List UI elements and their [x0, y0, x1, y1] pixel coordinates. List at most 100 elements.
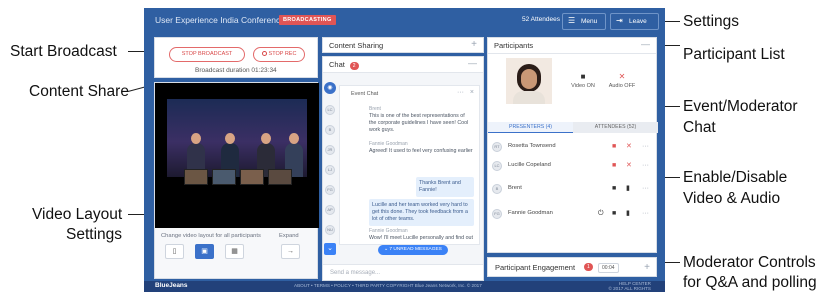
message-text: This is one of the best representations … [369, 113, 469, 133]
footer-copyright: © 2017 ALL RIGHTS [608, 286, 651, 291]
menu-button-label: Menu [581, 18, 598, 25]
video-camera-icon[interactable]: ■ [612, 184, 616, 193]
own-message: Lucille and her team worked very hard to… [369, 199, 474, 226]
participant-avatar: B [492, 184, 502, 194]
stop-broadcast-button[interactable]: STOP BROADCAST [169, 47, 245, 62]
add-content-icon[interactable]: + [471, 39, 477, 50]
video-thumbnail[interactable] [240, 169, 264, 185]
microphone-icon[interactable]: ▮ [626, 209, 630, 218]
microphone-icon[interactable]: ▮ [626, 184, 630, 193]
attendee-count[interactable]: 52 Attendees [522, 16, 560, 23]
footer-help[interactable]: HELP CENTER © 2017 ALL RIGHTS [608, 281, 651, 291]
single-layout-icon: ▯ [172, 248, 177, 255]
tab-presenters[interactable]: PRESENTERS (4) [488, 122, 573, 133]
callout-video-layout: Video Layout [32, 206, 123, 223]
microphone-muted-icon: ✕ [618, 72, 626, 81]
layout-grid-button[interactable]: ▦ [225, 244, 244, 259]
participants-minimize-icon[interactable]: — [641, 39, 650, 49]
callout-moderator-controls: Moderator Controls [683, 254, 816, 271]
chevron-down-icon[interactable]: ⌄ [324, 243, 336, 255]
audio-toggle-button[interactable]: ✕ Audio OFF [606, 72, 638, 89]
record-icon [261, 51, 267, 56]
event-chat-thread: Event Chat ··· × Brent This is one of th… [339, 85, 480, 255]
callout-moderator-controls-2: for Q&A and polling [683, 274, 817, 291]
content-sharing-panel: Content Sharing + [322, 37, 484, 53]
expand-icon: → [287, 248, 294, 255]
video-thumbnail[interactable] [212, 169, 236, 185]
chat-rail-avatar[interactable]: AP [325, 205, 335, 215]
microphone-muted-icon[interactable]: ✕ [626, 142, 632, 151]
chat-minimize-icon[interactable]: — [468, 58, 477, 68]
message-sender: Fannie Goodman [369, 228, 408, 234]
footer-links[interactable]: ABOUT • TERMS • POLICY • THIRD PARTY COP… [294, 283, 482, 288]
layout-single-button[interactable]: ▯ [165, 244, 184, 259]
content-sharing-title: Content Sharing [329, 41, 384, 50]
screen-share-icon[interactable]: ⏻ [598, 209, 604, 218]
conference-app: User Experience India Conference BROADCA… [144, 8, 665, 292]
video-camera-icon[interactable]: ■ [612, 209, 616, 218]
participant-row[interactable]: FG Fannie Goodman ⏻ ■ ▮ ··· [492, 208, 652, 220]
chat-rail-active-icon[interactable]: ◉ [324, 82, 336, 94]
video-feed [155, 83, 319, 228]
chat-rail-avatar[interactable]: NU [325, 225, 335, 235]
participant-avatar: LC [492, 161, 502, 171]
chat-message-input[interactable]: Send a message... [323, 264, 483, 280]
thread-close-icon[interactable]: × [470, 89, 474, 96]
callout-event-chat: Event/Moderator [683, 98, 798, 115]
callout-video-layout-2: Settings [66, 226, 123, 243]
participant-avatar: RT [492, 142, 502, 152]
participant-engagement-panel[interactable]: Participant Engagement 1 00:04 + [487, 257, 657, 277]
chat-title: Chat [329, 60, 345, 69]
add-engagement-icon[interactable]: + [644, 262, 650, 273]
broadcast-panel: STOP BROADCAST STOP REC Broadcast durati… [154, 37, 318, 78]
participant-row[interactable]: RT Rosetta Townsend ■ ✕ ··· [492, 141, 652, 153]
expand-label: Expand [279, 233, 299, 239]
chat-rail-avatar[interactable]: JR [325, 145, 335, 155]
chat-unread-badge: 2 [349, 62, 359, 70]
more-options-icon[interactable]: ··· [642, 209, 649, 218]
thread-options-icon[interactable]: ··· [457, 89, 464, 96]
message-text: Wow! I'll meet Lucille personally and fi… [369, 235, 473, 241]
chat-rail-avatar[interactable]: LJ [325, 165, 335, 175]
chat-rail-avatar[interactable]: FG [325, 185, 335, 195]
video-off-icon[interactable]: ■ [612, 161, 616, 170]
grid-layout-icon: ▦ [231, 248, 238, 255]
top-bar: User Experience India Conference BROADCA… [144, 8, 665, 34]
engagement-badge: 1 [584, 263, 593, 271]
microphone-muted-icon[interactable]: ✕ [626, 161, 632, 170]
chat-rail-avatar[interactable]: LC [325, 105, 335, 115]
unread-messages-button[interactable]: ⌄ 7 UNREAD MESSAGES [378, 245, 448, 255]
layout-speaker-button[interactable]: ▣ [195, 244, 214, 259]
video-off-icon[interactable]: ■ [612, 142, 616, 151]
callout-content-share: Content Share [29, 83, 129, 100]
participant-row[interactable]: B Brent ■ ▮ ··· [492, 183, 652, 195]
stop-rec-label: STOP REC [268, 51, 297, 57]
video-thumbnail[interactable] [184, 169, 208, 185]
participant-tabs: PRESENTERS (4) ATTENDEES (52) [488, 122, 658, 133]
main-video-stage [167, 99, 307, 177]
more-options-icon[interactable]: ··· [642, 184, 649, 193]
message-sender: Fannie Goodman [369, 141, 408, 147]
chat-panel: Chat 2 — ◉ LC B JR LJ FG AP NU ⌄ Event C… [322, 56, 484, 281]
video-thumbnail[interactable] [268, 169, 292, 185]
more-options-icon[interactable]: ··· [642, 161, 649, 170]
event-chat-title: Event Chat [351, 91, 379, 97]
callout-participant-list: Participant List [683, 46, 785, 63]
broadcasting-badge: BROADCASTING [279, 15, 336, 25]
tab-attendees[interactable]: ATTENDEES (52) [573, 122, 658, 133]
unread-messages-label: 7 UNREAD MESSAGES [389, 247, 442, 252]
self-video-preview [506, 58, 552, 104]
menu-button[interactable]: ☰ Menu [562, 13, 606, 30]
participant-row[interactable]: LC Lucille Copeland ■ ✕ ··· [492, 160, 652, 172]
participant-avatar: FG [492, 209, 502, 219]
callout-event-chat-2: Chat [683, 119, 716, 136]
chat-rail-avatar[interactable]: B [325, 125, 335, 135]
participants-panel: Participants — ■ Video ON ✕ Audio OFF PR… [487, 37, 658, 253]
exit-icon: ⇥ [616, 16, 623, 25]
video-toggle-button[interactable]: ■ Video ON [568, 72, 598, 89]
stop-rec-button[interactable]: STOP REC [253, 47, 305, 62]
expand-button[interactable]: → [281, 244, 300, 259]
more-options-icon[interactable]: ··· [642, 142, 649, 151]
leave-button[interactable]: ⇥ Leave [610, 13, 659, 30]
participant-name: Rosetta Townsend [508, 143, 556, 149]
